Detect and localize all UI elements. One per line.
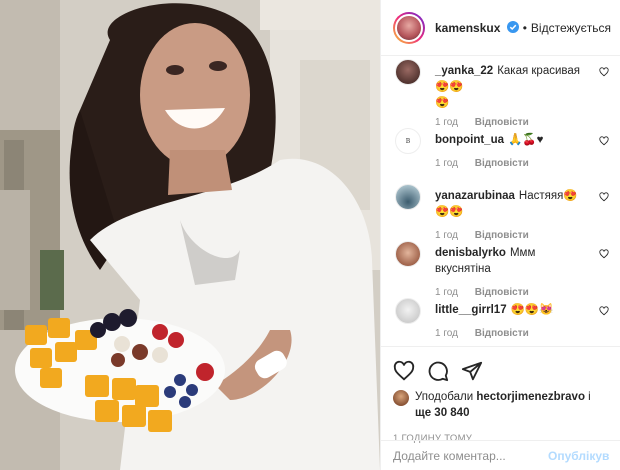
likes-summary: Уподобали hectorjimenezbravo і ще 30 840 (393, 389, 609, 421)
follow-status-button[interactable]: Відстежується (531, 21, 611, 35)
commenter-avatar[interactable]: B (395, 128, 421, 154)
comment-text: 😍😍😻 (510, 304, 554, 316)
commenter-avatar[interactable] (395, 298, 421, 324)
post-actions: Уподобали hectorjimenezbravo і ще 30 840… (381, 346, 620, 444)
share-paper-plane-icon[interactable] (461, 360, 483, 382)
comment-reply-button[interactable]: Відповісти (475, 287, 529, 298)
comment-bubble-icon[interactable] (427, 360, 449, 382)
post-header: kamenskux • Відстежується (381, 0, 620, 56)
comment-username[interactable]: little__girrl17 (435, 304, 507, 316)
comment-username[interactable]: yanazarubinaa (435, 190, 515, 202)
comment-item: yanazarubinaa Настяяя😍😍😍 1 год Відповісти (393, 184, 609, 241)
comment-like-heart-icon[interactable] (599, 306, 609, 316)
liker-avatar[interactable] (393, 390, 409, 406)
comment-username[interactable]: denisbalyrko (435, 247, 506, 259)
comment-time[interactable]: 1 год (435, 158, 458, 169)
commenter-avatar[interactable] (395, 241, 421, 267)
commenter-avatar[interactable] (395, 184, 421, 210)
author-avatar[interactable] (393, 11, 425, 44)
comment-time[interactable]: 1 год (435, 287, 458, 298)
author-username[interactable]: kamenskux (435, 20, 519, 35)
comment-reply-button[interactable]: Відповісти (475, 230, 529, 241)
comment-username[interactable]: _yanka_22 (435, 65, 493, 77)
comment-like-heart-icon[interactable] (599, 67, 609, 77)
comment-item: _yanka_22 Какая красивая😍😍 😍 1 год Відпов… (393, 59, 609, 128)
comment-time[interactable]: 1 год (435, 117, 458, 128)
verified-badge-icon (506, 20, 519, 33)
post-side-panel: kamenskux • Відстежується _yanka_22 Какая… (380, 0, 620, 470)
add-comment-bar: Опублікув (381, 440, 620, 470)
comment-reply-button[interactable]: Відповісти (475, 158, 529, 169)
comment-time[interactable]: 1 год (435, 230, 458, 241)
comment-item: denisbalyrko Ммм вкуснятіна 1 год Відпові… (393, 241, 609, 298)
post-photo[interactable] (0, 0, 380, 470)
comments-list[interactable]: _yanka_22 Какая красивая😍😍 😍 1 год Відпов… (381, 56, 620, 346)
comment-reply-button[interactable]: Відповісти (475, 117, 529, 128)
header-separator: • (522, 20, 527, 35)
like-heart-icon[interactable] (393, 360, 415, 382)
comment-item: B bonpoint_ua 🙏🍒♥ 1 год Відповісти (393, 128, 609, 184)
comment-like-heart-icon[interactable] (599, 136, 609, 146)
comment-like-heart-icon[interactable] (599, 249, 609, 259)
liker-username[interactable]: hectorjimenezbravo (476, 391, 585, 403)
commenter-avatar[interactable] (395, 59, 421, 85)
likes-count-link[interactable]: ще 30 840 (415, 407, 469, 419)
comment-username[interactable]: bonpoint_ua (435, 134, 504, 146)
comment-reply-button[interactable]: Відповісти (475, 328, 529, 339)
comment-text: 🙏🍒♥ (508, 134, 544, 146)
publish-button[interactable]: Опублікув (548, 449, 609, 463)
comment-item: little__girrl17 😍😍😻 1 год Відповісти (393, 298, 609, 346)
post-photo-illustration (0, 0, 380, 470)
comment-like-heart-icon[interactable] (599, 192, 609, 202)
comment-time[interactable]: 1 год (435, 328, 458, 339)
comment-input[interactable] (393, 448, 548, 463)
